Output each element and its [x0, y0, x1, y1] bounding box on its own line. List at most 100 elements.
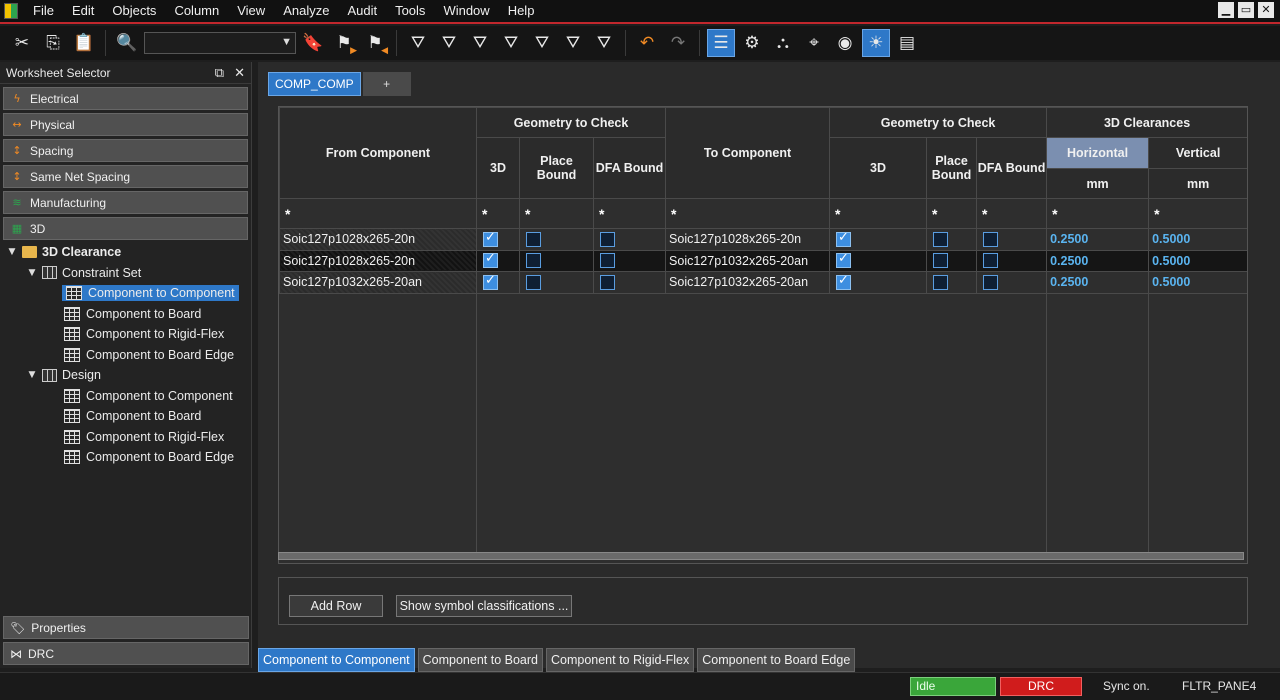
menu-audit[interactable]: Audit — [338, 0, 386, 22]
filter-combo[interactable]: ▼ — [144, 32, 296, 54]
close-window-button[interactable]: ✕ — [1258, 2, 1274, 18]
next-bookmark-icon[interactable]: ⚑ ▶ — [330, 29, 358, 57]
filter-warning-icon[interactable]: ⛛ — [466, 29, 494, 57]
horizontal-clearance-cell[interactable]: 0.2500 — [1046, 249, 1150, 272]
menu-view[interactable]: View — [228, 0, 274, 22]
to-component-cell[interactable]: Soic127p1028x265-20n — [665, 228, 831, 251]
menu-help[interactable]: Help — [499, 0, 544, 22]
col-header-from-component[interactable]: From Component — [279, 107, 477, 199]
from-3d-checkbox[interactable] — [483, 230, 498, 247]
vertical-clearance-cell[interactable]: 0.5000 — [1148, 271, 1247, 294]
to-component-cell[interactable]: Soic127p1032x265-20an — [665, 271, 831, 294]
worksheet-item-component-to-rigid-flex[interactable]: Component to Rigid-Flex — [0, 427, 251, 448]
paste-icon[interactable]: 📋 — [70, 29, 98, 57]
vertical-clearance-cell[interactable]: 0.5000 — [1148, 228, 1247, 251]
filter-clear-icon[interactable]: ⛛ — [435, 29, 463, 57]
category-3d[interactable]: ▦ 3D — [3, 217, 248, 240]
col-header-vertical[interactable]: Vertical — [1148, 137, 1247, 169]
vertical-clearance-cell[interactable]: 0.5000 — [1148, 249, 1247, 272]
menu-analyze[interactable]: Analyze — [274, 0, 338, 22]
col-header-to-3d[interactable]: 3D — [829, 137, 928, 199]
filter-icon[interactable]: ⛛ — [404, 29, 432, 57]
filter-cell[interactable]: * — [926, 198, 978, 229]
expand-toggle-icon[interactable]: ▼ — [26, 268, 38, 278]
horizontal-clearance-cell[interactable]: 0.2500 — [1046, 228, 1150, 251]
horizontal-scrollbar[interactable] — [278, 552, 1244, 560]
from-dfa-bound-checkbox[interactable] — [600, 253, 615, 269]
from-component-cell[interactable]: Soic127p1028x265-20n — [279, 228, 477, 251]
filter-cell[interactable]: * — [476, 198, 520, 229]
category-properties[interactable]: 🏷 Properties — [3, 616, 249, 639]
brightness-icon[interactable]: ☀ — [862, 29, 890, 57]
horizontal-clearance-cell[interactable]: 0.2500 — [1046, 271, 1150, 294]
filter-cell[interactable]: * — [279, 198, 477, 229]
from-dfa-bound-checkbox[interactable] — [600, 231, 615, 247]
worksheet-item-component-to-board[interactable]: Component to Board — [0, 406, 251, 427]
to-3d-checkbox[interactable] — [836, 273, 852, 290]
to-dfa-bound-checkbox[interactable] — [983, 253, 999, 269]
chevron-down-icon[interactable]: ▼ — [281, 36, 292, 48]
filter-cell[interactable]: * — [519, 198, 594, 229]
menu-column[interactable]: Column — [165, 0, 228, 22]
from-component-cell[interactable]: Soic127p1028x265-20n — [279, 249, 477, 272]
worksheet-item-component-to-component[interactable]: Component to Component — [0, 386, 251, 407]
copy-icon[interactable]: ⎘ — [39, 29, 67, 57]
col-header-from-3d[interactable]: 3D — [476, 137, 520, 199]
filter-cell[interactable]: * — [665, 198, 831, 229]
to-dfa-bound-checkbox[interactable] — [983, 274, 999, 290]
filter-add-icon[interactable]: ⛛ — [497, 29, 525, 57]
to-3d-checkbox[interactable] — [836, 251, 852, 269]
undo-icon[interactable]: ↶ — [633, 29, 661, 57]
filter-remove-icon[interactable]: ⛛ — [528, 29, 556, 57]
to-place-bound-checkbox[interactable] — [933, 253, 949, 269]
worksheet-item-component-to-board[interactable]: Component to Board — [0, 304, 251, 325]
filter-cell[interactable]: * — [1148, 198, 1247, 229]
tree-node-3d-clearance[interactable]: ▼ 3D Clearance — [0, 242, 251, 263]
tree-node-design[interactable]: ▼ Design — [0, 365, 251, 386]
filter-cell[interactable]: * — [829, 198, 928, 229]
menu-file[interactable]: File — [24, 0, 63, 22]
sheet-tab-component-to-component[interactable]: Component to Component — [258, 648, 415, 672]
from-component-cell[interactable]: Soic127p1032x265-20an — [279, 271, 477, 294]
select-objects-icon[interactable]: ⌖ — [800, 29, 828, 57]
col-header-to-component[interactable]: To Component — [665, 107, 831, 199]
from-place-bound-checkbox[interactable] — [526, 231, 541, 247]
from-3d-checkbox[interactable] — [483, 251, 498, 269]
expand-toggle-icon[interactable]: ▼ — [6, 247, 18, 257]
category-physical[interactable]: ↔ Physical — [3, 113, 248, 136]
menu-objects[interactable]: Objects — [103, 0, 165, 22]
worksheet-selector-icon[interactable]: ☰ — [707, 29, 735, 57]
redo-icon[interactable]: ↷ — [664, 29, 692, 57]
bookmark-icon[interactable]: 🔖 — [299, 29, 327, 57]
filter-cell[interactable]: * — [592, 198, 667, 229]
to-component-cell[interactable]: Soic127p1032x265-20an — [665, 249, 831, 272]
worksheet-item-component-to-board-edge[interactable]: Component to Board Edge — [0, 447, 251, 468]
category-electrical[interactable]: ϟ Electrical — [3, 87, 248, 110]
maximize-button[interactable]: ▭ — [1238, 2, 1254, 18]
tree-node-constraint-set[interactable]: ▼ Constraint Set — [0, 263, 251, 284]
filter-list-icon[interactable]: ⛛ — [559, 29, 587, 57]
undock-icon[interactable]: ⧉ — [215, 65, 224, 81]
to-place-bound-checkbox[interactable] — [933, 231, 949, 247]
prev-bookmark-icon[interactable]: ⚑ ◀ — [361, 29, 389, 57]
from-place-bound-checkbox[interactable] — [526, 274, 541, 290]
sheet-tab-component-to-board-edge[interactable]: Component to Board Edge — [697, 648, 856, 672]
add-tab-button[interactable]: + — [362, 72, 411, 96]
col-header-to-dfa-bound[interactable]: DFA Bound — [976, 137, 1048, 199]
close-icon[interactable]: ✕ — [234, 65, 245, 81]
tab-comp-comp[interactable]: COMP_COMP — [268, 72, 361, 96]
show-symbol-classifications-button[interactable]: Show symbol classifications ... — [396, 595, 572, 617]
worksheet-item-component-to-rigid-flex[interactable]: Component to Rigid-Flex — [0, 324, 251, 345]
to-dfa-bound-checkbox[interactable] — [983, 231, 999, 247]
filter-cell[interactable]: * — [976, 198, 1048, 229]
from-3d-checkbox[interactable] — [483, 273, 498, 290]
col-header-from-place-bound[interactable]: Place Bound — [519, 137, 594, 199]
expand-toggle-icon[interactable]: ▼ — [26, 370, 38, 380]
table-row[interactable]: Soic127p1028x265-20n Soic127p1028x265-20n… — [279, 228, 1247, 251]
table-row[interactable]: Soic127p1028x265-20n Soic127p1032x265-20a… — [279, 249, 1247, 272]
find-icon[interactable]: 🔍 — [113, 29, 141, 57]
category-manufacturing[interactable]: ≋ Manufacturing — [3, 191, 248, 214]
worksheet-item-component-to-board-edge[interactable]: Component to Board Edge — [0, 345, 251, 366]
filter-cell[interactable]: * — [1046, 198, 1150, 229]
col-header-to-place-bound[interactable]: Place Bound — [926, 137, 978, 199]
